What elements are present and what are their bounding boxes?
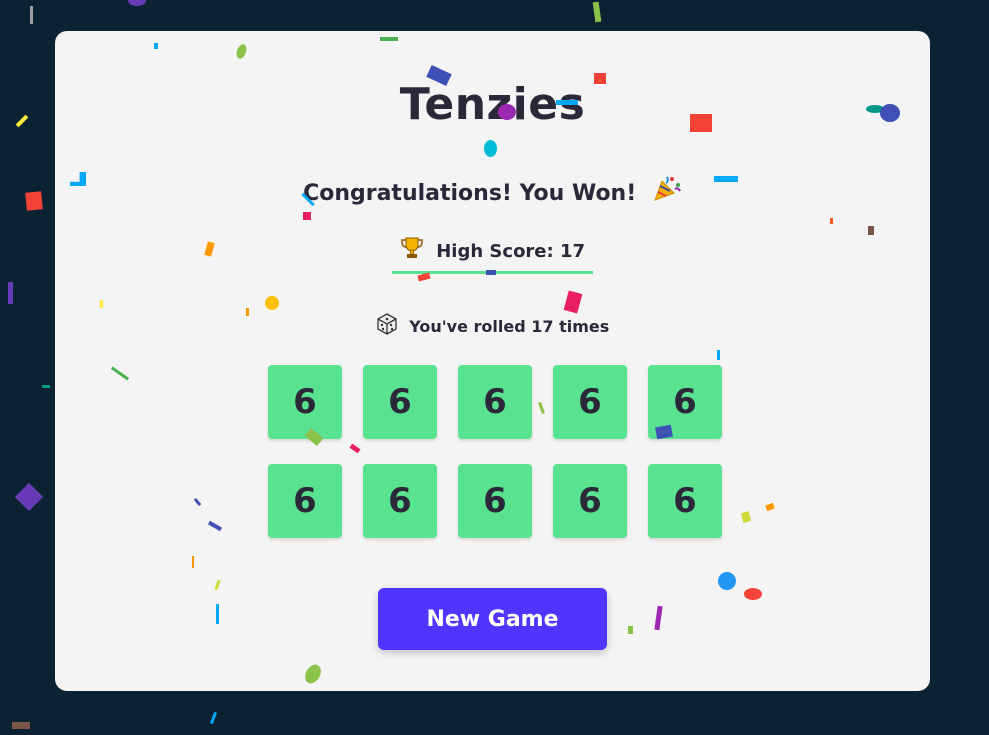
die[interactable]: 6 (458, 365, 532, 439)
party-popper-icon (652, 173, 682, 209)
confetti-piece (592, 1, 602, 23)
die[interactable]: 6 (458, 464, 532, 538)
confetti-piece (15, 114, 29, 128)
dice-icon (376, 313, 398, 339)
trophy-icon (400, 236, 424, 265)
confetti-piece (128, 0, 146, 6)
die[interactable]: 6 (268, 365, 342, 439)
page-title: Tenzies (399, 79, 586, 130)
app-background: Tenzies Congratulations! You Won! High S… (0, 0, 989, 735)
win-message: Congratulations! You Won! (55, 173, 930, 209)
high-score: High Score: 17 (392, 236, 593, 274)
confetti-piece (42, 385, 50, 388)
die[interactable]: 6 (268, 464, 342, 538)
confetti-piece (30, 6, 33, 24)
die[interactable]: 6 (553, 464, 627, 538)
roll-counter-text: You've rolled 17 times (409, 317, 610, 336)
new-game-button[interactable]: New Game (378, 588, 607, 650)
die[interactable]: 6 (553, 365, 627, 439)
confetti-piece (25, 191, 43, 211)
die[interactable]: 6 (363, 365, 437, 439)
confetti-piece (8, 282, 13, 304)
confetti-piece (14, 482, 44, 512)
confetti-piece (12, 722, 30, 729)
win-message-text: Congratulations! You Won! (303, 181, 637, 206)
die[interactable]: 6 (363, 464, 437, 538)
dice-grid: 6 6 6 6 6 6 6 6 6 6 (268, 365, 722, 538)
game-card: Tenzies Congratulations! You Won! High S… (55, 31, 930, 691)
die[interactable]: 6 (648, 464, 722, 538)
high-score-text: High Score: 17 (436, 241, 586, 262)
roll-counter: You've rolled 17 times (55, 313, 930, 339)
confetti-piece (210, 711, 217, 725)
die[interactable]: 6 (648, 365, 722, 439)
